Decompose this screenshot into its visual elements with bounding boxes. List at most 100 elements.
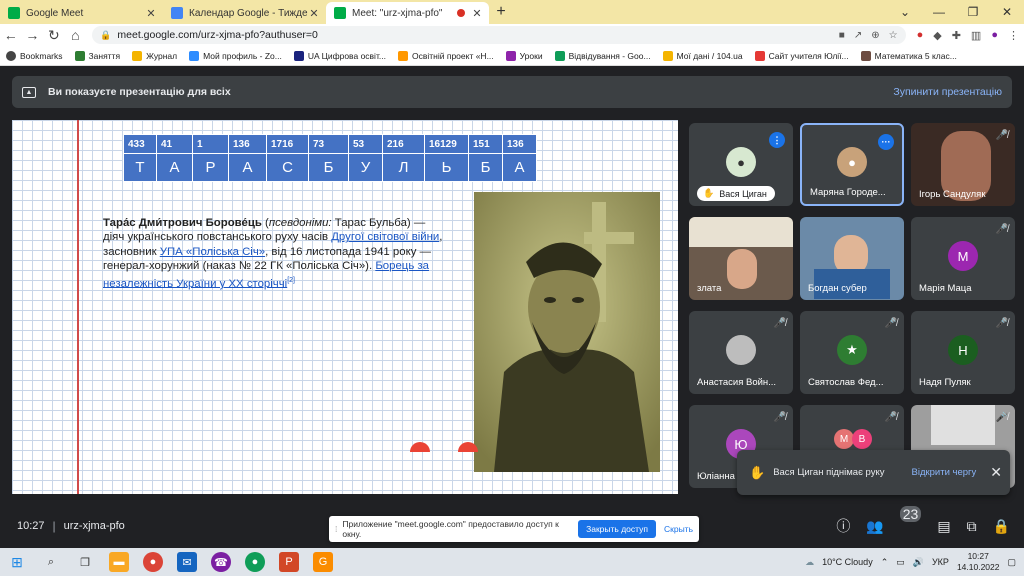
windows-taskbar: ⊞ ⌕ ❐ ▬ ● ✉ ☎ ● P G ☁ 10°C Cloudy ⌃ ▭ 🔊 … xyxy=(0,548,1024,576)
opera-extension-icon[interactable]: ● xyxy=(917,29,924,41)
reload-icon[interactable]: ↻ xyxy=(43,27,65,44)
avatar: ★ xyxy=(837,335,867,365)
hide-infobar-button[interactable]: Скрыть xyxy=(664,524,693,534)
people-icon[interactable]: 👥23 xyxy=(866,505,922,535)
chat-icon[interactable]: ▤ xyxy=(937,518,950,535)
address-bar[interactable]: 🔒 meet.google.com/urz-xjma-pfo?authuser=… xyxy=(92,26,906,44)
lock-icon[interactable]: 🔒 xyxy=(100,30,111,41)
task-view-icon[interactable]: ❐ xyxy=(75,552,95,572)
new-tab-button[interactable]: + xyxy=(489,3,513,21)
close-tab-icon[interactable]: ✕ xyxy=(471,7,483,20)
windows-start-icon[interactable]: ⊞ xyxy=(7,552,27,572)
tab-google-meet[interactable]: Google Meet ✕ xyxy=(0,2,163,24)
weather-icon[interactable]: ☁ xyxy=(805,557,814,568)
participant-tile[interactable]: 🎤̸ М Марія Маца xyxy=(911,217,1015,300)
video-feed xyxy=(689,217,793,247)
cipher-number: 216 xyxy=(382,134,425,154)
bookmark-item[interactable]: Уроки xyxy=(505,50,543,61)
project-icon xyxy=(398,50,408,61)
bookmark-item[interactable]: UA Цифрова освіт... xyxy=(293,50,386,61)
app-icon[interactable]: G xyxy=(313,552,333,572)
star-icon[interactable]: ☆ xyxy=(889,30,898,41)
cipher-numbers-row: 433 41 1 136 1716 73 53 216 16129 151 13… xyxy=(123,134,537,154)
close-window-icon[interactable]: ✕ xyxy=(990,5,1024,19)
minimize-icon[interactable]: — xyxy=(922,5,956,19)
participant-tile[interactable]: Богдан субер xyxy=(800,217,904,300)
bookmark-item[interactable]: Журнал xyxy=(132,50,177,61)
bookmark-label: Уроки xyxy=(519,50,543,61)
tray-chevron-icon[interactable]: ⌃ xyxy=(881,557,889,568)
participant-tile[interactable]: 🎤̸ Анастасия Войн... xyxy=(689,311,793,394)
tab-meet-active[interactable]: Meet: "urz-xjma-pfo" ✕ xyxy=(326,2,489,24)
notifications-icon[interactable]: ▢ xyxy=(1007,557,1016,568)
bookmark-item[interactable]: Відвідування - Goo... xyxy=(554,50,651,61)
side-panel-controls: ⓘ 👥23 ▤ ⧉ 🔒 xyxy=(820,505,1010,536)
search-icon[interactable]: ⌕ xyxy=(41,552,61,572)
bookmark-item[interactable]: Мой профиль - Zo... xyxy=(189,50,282,61)
browser-tab-strip: Google Meet ✕ Календар Google - Тиждень … xyxy=(0,0,1024,24)
viber-icon[interactable]: ☎ xyxy=(211,552,231,572)
sidebar-icon[interactable]: ▥ xyxy=(971,29,981,42)
home-icon[interactable]: ⌂ xyxy=(65,27,87,43)
digital-edu-icon xyxy=(293,50,304,61)
bookmark-label: Математика 5 клас... xyxy=(874,50,957,61)
forward-arrow-icon[interactable]: → xyxy=(22,27,44,43)
camera-icon[interactable]: ■ xyxy=(839,30,845,41)
tab-calendar[interactable]: Календар Google - Тиждень (9 ... ✕ xyxy=(163,2,326,24)
close-tab-icon[interactable]: ✕ xyxy=(308,7,320,20)
bookmark-item[interactable]: Bookmarks xyxy=(6,50,63,61)
stop-sharing-button[interactable]: Закрыть доступ xyxy=(578,520,656,538)
drag-handle-icon[interactable]: ⁞ xyxy=(335,524,337,534)
network-icon[interactable]: ▭ xyxy=(896,557,905,568)
chrome-icon[interactable]: ● xyxy=(143,552,163,572)
bio-link-wwii[interactable]: Другої світової війни xyxy=(331,231,439,243)
extension-icon[interactable]: ◆ xyxy=(933,29,941,42)
zoom-icon[interactable]: ⊕ xyxy=(871,30,879,41)
tab-title: Google Meet xyxy=(26,7,84,19)
weather-text[interactable]: 10°C Cloudy xyxy=(822,557,873,567)
share-icon[interactable]: ↗ xyxy=(854,30,862,41)
mic-off-icon: 🎤̸ xyxy=(773,318,787,329)
powerpoint-icon[interactable]: P xyxy=(279,552,299,572)
participant-tile[interactable]: 🎤̸ ★ Святослав Фед... xyxy=(800,311,904,394)
browser-toolbar: ← → ↻ ⌂ 🔒 meet.google.com/urz-xjma-pfo?a… xyxy=(0,24,1024,46)
participant-tile[interactable]: ⋮ ● ✋ Вася Циган xyxy=(689,123,793,206)
open-queue-button[interactable]: Відкрити чергу xyxy=(912,467,977,478)
activities-icon[interactable]: ⧉ xyxy=(967,518,977,535)
more-options-icon[interactable]: ··· xyxy=(878,134,894,150)
bio-reference[interactable]: [2] xyxy=(287,277,295,284)
mail-icon[interactable]: ✉ xyxy=(177,552,197,572)
stop-presenting-button[interactable]: Зупинити презентацію xyxy=(893,86,1002,98)
profile-avatar[interactable]: ● xyxy=(991,29,998,41)
volume-icon[interactable]: 🔊 xyxy=(913,557,924,568)
bookmark-item[interactable]: Математика 5 клас... xyxy=(860,50,957,61)
bookmark-item[interactable]: Освітній проект «Н... xyxy=(398,50,494,61)
bookmark-item[interactable]: Сайт учителя Юлії... xyxy=(754,50,849,61)
close-tab-icon[interactable]: ✕ xyxy=(145,7,157,20)
host-controls-icon[interactable]: 🔒 xyxy=(993,518,1010,535)
cipher-letter: А xyxy=(228,153,267,182)
back-arrow-icon[interactable]: ← xyxy=(0,27,22,43)
bookmark-item[interactable]: Заняття xyxy=(74,50,120,61)
participant-tile[interactable]: 🎤̸ Н Надя Пуляк xyxy=(911,311,1015,394)
participant-tile[interactable]: 🎤̸ Ігорь Сандуляк xyxy=(911,123,1015,206)
mic-off-icon: 🎤̸ xyxy=(773,412,787,423)
meet-favicon-icon xyxy=(334,7,346,19)
bio-link-upa[interactable]: УПА «Поліська Січ» xyxy=(160,246,265,258)
mic-off-icon: 🎤̸ xyxy=(884,412,898,423)
close-icon[interactable]: ✕ xyxy=(990,464,1002,481)
bio-aka-label: псевдоніми: xyxy=(268,217,332,229)
chrome-icon[interactable]: ● xyxy=(245,552,265,572)
site-icon xyxy=(754,50,765,61)
restore-icon[interactable]: ❐ xyxy=(956,5,990,19)
tab-search-icon[interactable]: ⌄ xyxy=(888,5,922,19)
menu-kebab-icon[interactable]: ⋮ xyxy=(1008,29,1019,42)
language-indicator[interactable]: УКР xyxy=(932,557,949,567)
clock[interactable]: 10:27 14.10.2022 xyxy=(957,551,1000,573)
bookmark-item[interactable]: Мої дані / 104.ua xyxy=(662,50,743,61)
meeting-details-icon[interactable]: ⓘ xyxy=(836,516,850,536)
file-explorer-icon[interactable]: ▬ xyxy=(109,552,129,572)
participant-tile[interactable]: злата xyxy=(689,217,793,300)
participant-tile[interactable]: ··· ● Маряна Городе... xyxy=(800,123,904,206)
extensions-puzzle-icon[interactable]: ✚ xyxy=(952,29,961,42)
